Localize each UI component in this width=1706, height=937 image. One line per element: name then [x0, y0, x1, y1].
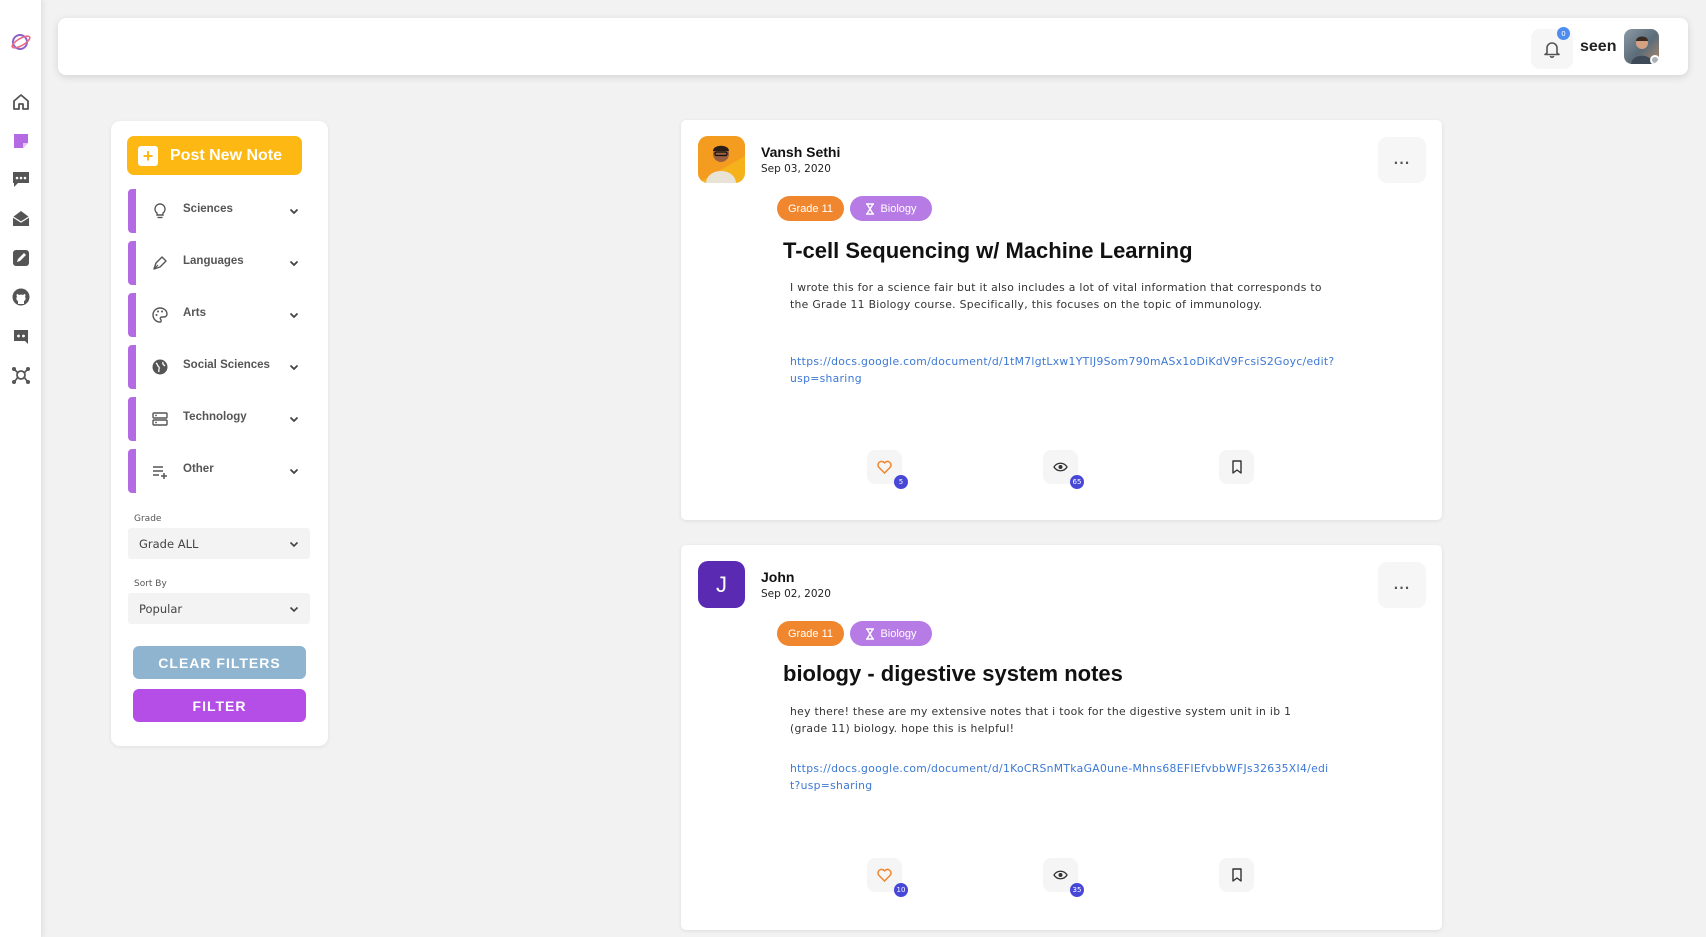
- chevron-down-icon: [289, 364, 299, 371]
- chat-icon[interactable]: [10, 168, 32, 190]
- more-options-button[interactable]: ...: [1378, 562, 1426, 608]
- sort-by-select[interactable]: Popular: [128, 593, 310, 624]
- sort-by-label: Sort By: [134, 579, 167, 589]
- presence-dot: [1650, 55, 1659, 64]
- grade-select-value: Grade ALL: [139, 536, 199, 551]
- sort-by-select-value: Popular: [139, 601, 183, 616]
- author-name[interactable]: Vansh Sethi: [761, 144, 840, 160]
- github-icon[interactable]: [10, 286, 32, 308]
- edit-icon[interactable]: [10, 247, 32, 269]
- hourglass-icon: [866, 202, 875, 215]
- grade-tag[interactable]: Grade 11: [777, 621, 844, 646]
- category-label: Other: [183, 463, 214, 475]
- username-label[interactable]: seen: [1580, 38, 1616, 56]
- category-label: Technology: [183, 411, 247, 423]
- like-button[interactable]: 5: [867, 450, 908, 489]
- author-name[interactable]: John: [761, 569, 794, 585]
- post-date: Sep 02, 2020: [761, 588, 831, 600]
- discord-icon[interactable]: [10, 326, 32, 348]
- grade-select[interactable]: Grade ALL: [128, 528, 310, 559]
- chevron-down-icon: [289, 208, 299, 215]
- lightbulb-icon: [150, 201, 170, 221]
- network-icon[interactable]: [10, 364, 32, 386]
- category-other[interactable]: Other: [128, 449, 308, 493]
- post-card: J John Sep 02, 2020 ... Grade 11 Biology…: [681, 545, 1442, 930]
- inbox-icon[interactable]: [10, 208, 32, 230]
- post-new-note-button[interactable]: + Post New Note: [127, 136, 302, 175]
- post-description: I wrote this for a science fair but it a…: [790, 281, 1322, 311]
- view-count: 65: [1070, 475, 1084, 489]
- bookmark-icon: [1231, 460, 1242, 474]
- clear-filters-button[interactable]: CLEAR FILTERS: [133, 646, 306, 679]
- category-label: Sciences: [183, 203, 233, 215]
- heart-icon: [877, 460, 892, 474]
- author-avatar[interactable]: [698, 136, 745, 183]
- bookmark-icon: [1231, 868, 1242, 882]
- user-avatar[interactable]: [1624, 29, 1659, 64]
- more-options-button[interactable]: ...: [1378, 137, 1426, 183]
- category-technology[interactable]: Technology: [128, 397, 308, 441]
- hourglass-icon: [866, 627, 875, 640]
- bell-icon: [1544, 42, 1560, 58]
- post-title[interactable]: biology - digestive system notes: [783, 661, 1123, 687]
- post-title[interactable]: T-cell Sequencing w/ Machine Learning: [783, 238, 1193, 264]
- subject-tag-label: Biology: [880, 202, 917, 215]
- category-sciences[interactable]: Sciences: [128, 189, 308, 233]
- palette-icon: [150, 305, 170, 325]
- grade-tag[interactable]: Grade 11: [777, 196, 844, 221]
- home-icon[interactable]: [10, 91, 32, 113]
- chevron-down-icon: [289, 260, 299, 267]
- bookmark-button[interactable]: [1219, 450, 1254, 484]
- like-button[interactable]: 10: [867, 858, 908, 897]
- subject-tag[interactable]: Biology: [850, 621, 932, 646]
- chevron-down-icon: [289, 312, 299, 319]
- category-social-sciences[interactable]: Social Sciences: [128, 345, 308, 389]
- post-link[interactable]: https://docs.google.com/document/d/1tM7l…: [790, 353, 1335, 387]
- playlist-add-icon: [150, 461, 170, 481]
- globe-icon: [150, 357, 170, 377]
- like-count: 10: [894, 883, 908, 897]
- grade-label: Grade: [134, 514, 162, 524]
- chevron-down-icon: [289, 416, 299, 423]
- like-count: 5: [894, 475, 908, 489]
- chevron-down-icon: [289, 606, 299, 613]
- category-languages[interactable]: Languages: [128, 241, 308, 285]
- chevron-down-icon: [289, 468, 299, 475]
- post-date: Sep 03, 2020: [761, 163, 831, 175]
- bookmark-button[interactable]: [1219, 858, 1254, 892]
- top-bar: [58, 18, 1688, 75]
- post-description: hey there! these are my extensive notes …: [790, 705, 1292, 735]
- subject-tag[interactable]: Biology: [850, 196, 932, 221]
- icon-rail: [0, 0, 42, 937]
- views-button[interactable]: 65: [1043, 450, 1084, 489]
- category-label: Arts: [183, 307, 207, 319]
- notification-count-badge: 0: [1557, 27, 1570, 40]
- subject-tag-label: Biology: [880, 627, 917, 640]
- post-card: Vansh Sethi Sep 03, 2020 ... Grade 11 Bi…: [681, 120, 1442, 520]
- post-link[interactable]: https://docs.google.com/document/d/1KoCR…: [790, 760, 1335, 794]
- eye-icon: [1053, 870, 1068, 880]
- views-button[interactable]: 35: [1043, 858, 1084, 897]
- category-label: Social Sciences: [183, 359, 270, 371]
- notes-icon[interactable]: [10, 130, 32, 152]
- logo-icon[interactable]: [10, 31, 32, 53]
- pen-icon: [150, 253, 170, 273]
- eye-icon: [1053, 462, 1068, 472]
- category-label: Languages: [183, 255, 244, 267]
- category-arts[interactable]: Arts: [128, 293, 308, 337]
- heart-icon: [877, 868, 892, 882]
- filter-button[interactable]: FILTER: [133, 689, 306, 722]
- post-new-note-label: Post New Note: [170, 146, 283, 164]
- server-icon: [150, 409, 170, 429]
- author-avatar[interactable]: J: [698, 561, 745, 608]
- plus-icon: +: [138, 145, 158, 166]
- chevron-down-icon: [289, 541, 299, 548]
- view-count: 35: [1070, 883, 1084, 897]
